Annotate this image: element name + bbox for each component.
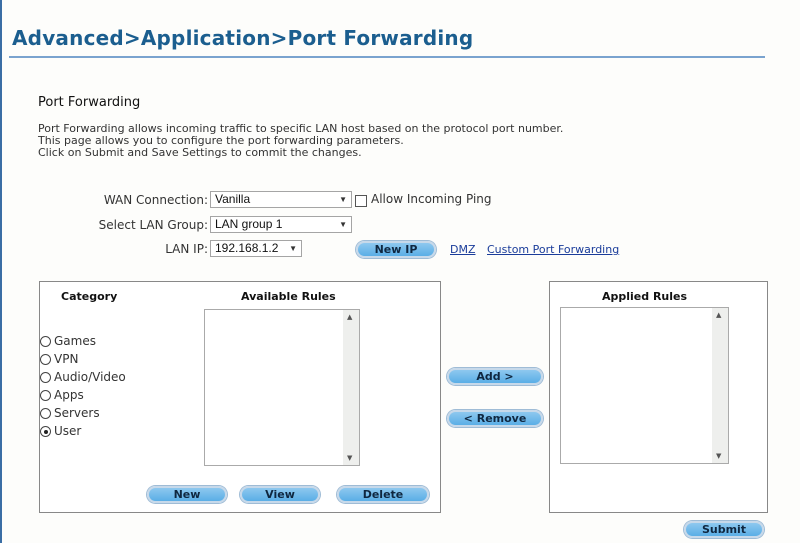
description-line: Click on Submit and Save Settings to com…: [38, 146, 362, 159]
chevron-down-icon: ▼: [289, 244, 297, 253]
remove-rule-button[interactable]: < Remove: [447, 410, 543, 427]
category-label: Audio/Video: [54, 370, 126, 384]
custom-port-forwarding-link[interactable]: Custom Port Forwarding: [487, 243, 619, 256]
delete-rule-button[interactable]: Delete: [337, 486, 429, 503]
chevron-down-icon: ▼: [339, 195, 347, 204]
category-header: Category: [61, 290, 118, 303]
submit-button[interactable]: Submit: [684, 521, 764, 538]
lan-group-label: Select LAN Group:: [98, 218, 208, 232]
wan-connection-value: Vanilla: [215, 192, 251, 206]
dmz-link[interactable]: DMZ: [450, 243, 476, 256]
applied-rules-list[interactable]: ▲ ▼: [560, 307, 729, 464]
radio-button[interactable]: [40, 372, 51, 383]
lan-ip-label: LAN IP:: [165, 242, 208, 256]
new-ip-button[interactable]: New IP: [356, 241, 436, 258]
view-rule-button[interactable]: View: [240, 486, 320, 503]
category-label: Games: [54, 334, 96, 348]
scroll-down-icon[interactable]: ▼: [716, 452, 721, 460]
category-label: Apps: [54, 388, 84, 402]
lan-ip-select[interactable]: 192.168.1.2 ▼: [210, 240, 302, 257]
wan-connection-label: WAN Connection:: [103, 193, 208, 207]
page-description: Port Forwarding allows incoming traffic …: [38, 123, 563, 159]
scroll-down-icon[interactable]: ▼: [347, 454, 352, 462]
scroll-up-icon[interactable]: ▲: [716, 311, 721, 319]
category-label: Servers: [54, 406, 100, 420]
lan-group-value: LAN group 1: [215, 217, 283, 231]
category-label: User: [54, 424, 82, 438]
title-divider: [9, 56, 765, 58]
lan-ip-value: 192.168.1.2: [215, 241, 279, 255]
new-rule-button[interactable]: New: [147, 486, 227, 503]
add-rule-button[interactable]: Add >: [447, 368, 543, 385]
radio-button[interactable]: [40, 336, 51, 347]
available-rules-list[interactable]: ▲ ▼: [204, 309, 360, 466]
radio-button[interactable]: [40, 408, 51, 419]
radio-button[interactable]: [40, 354, 51, 365]
applied-rules-header: Applied Rules: [602, 290, 688, 303]
left-frame-border: [0, 0, 2, 543]
category-label: VPN: [54, 352, 79, 366]
page-title: Advanced>Application>Port Forwarding: [12, 26, 474, 50]
scroll-up-icon[interactable]: ▲: [347, 313, 352, 321]
allow-ping-checkbox[interactable]: [355, 195, 367, 207]
applied-rules-scrollbar[interactable]: ▲ ▼: [712, 308, 728, 463]
chevron-down-icon: ▼: [339, 220, 347, 229]
available-rules-scrollbar[interactable]: ▲ ▼: [343, 310, 359, 465]
section-title: Port Forwarding: [38, 95, 141, 110]
lan-group-select[interactable]: LAN group 1 ▼: [210, 216, 352, 233]
applied-rules-panel: Applied Rules ▲ ▼: [549, 281, 768, 513]
rules-panel: Category Available Rules ▲ ▼ New View De…: [39, 281, 441, 513]
wan-connection-select[interactable]: Vanilla ▼: [210, 191, 352, 208]
radio-button[interactable]: [40, 390, 51, 401]
allow-ping-label: Allow Incoming Ping: [371, 192, 492, 206]
available-rules-header: Available Rules: [241, 290, 336, 303]
radio-button-selected[interactable]: [40, 426, 51, 437]
